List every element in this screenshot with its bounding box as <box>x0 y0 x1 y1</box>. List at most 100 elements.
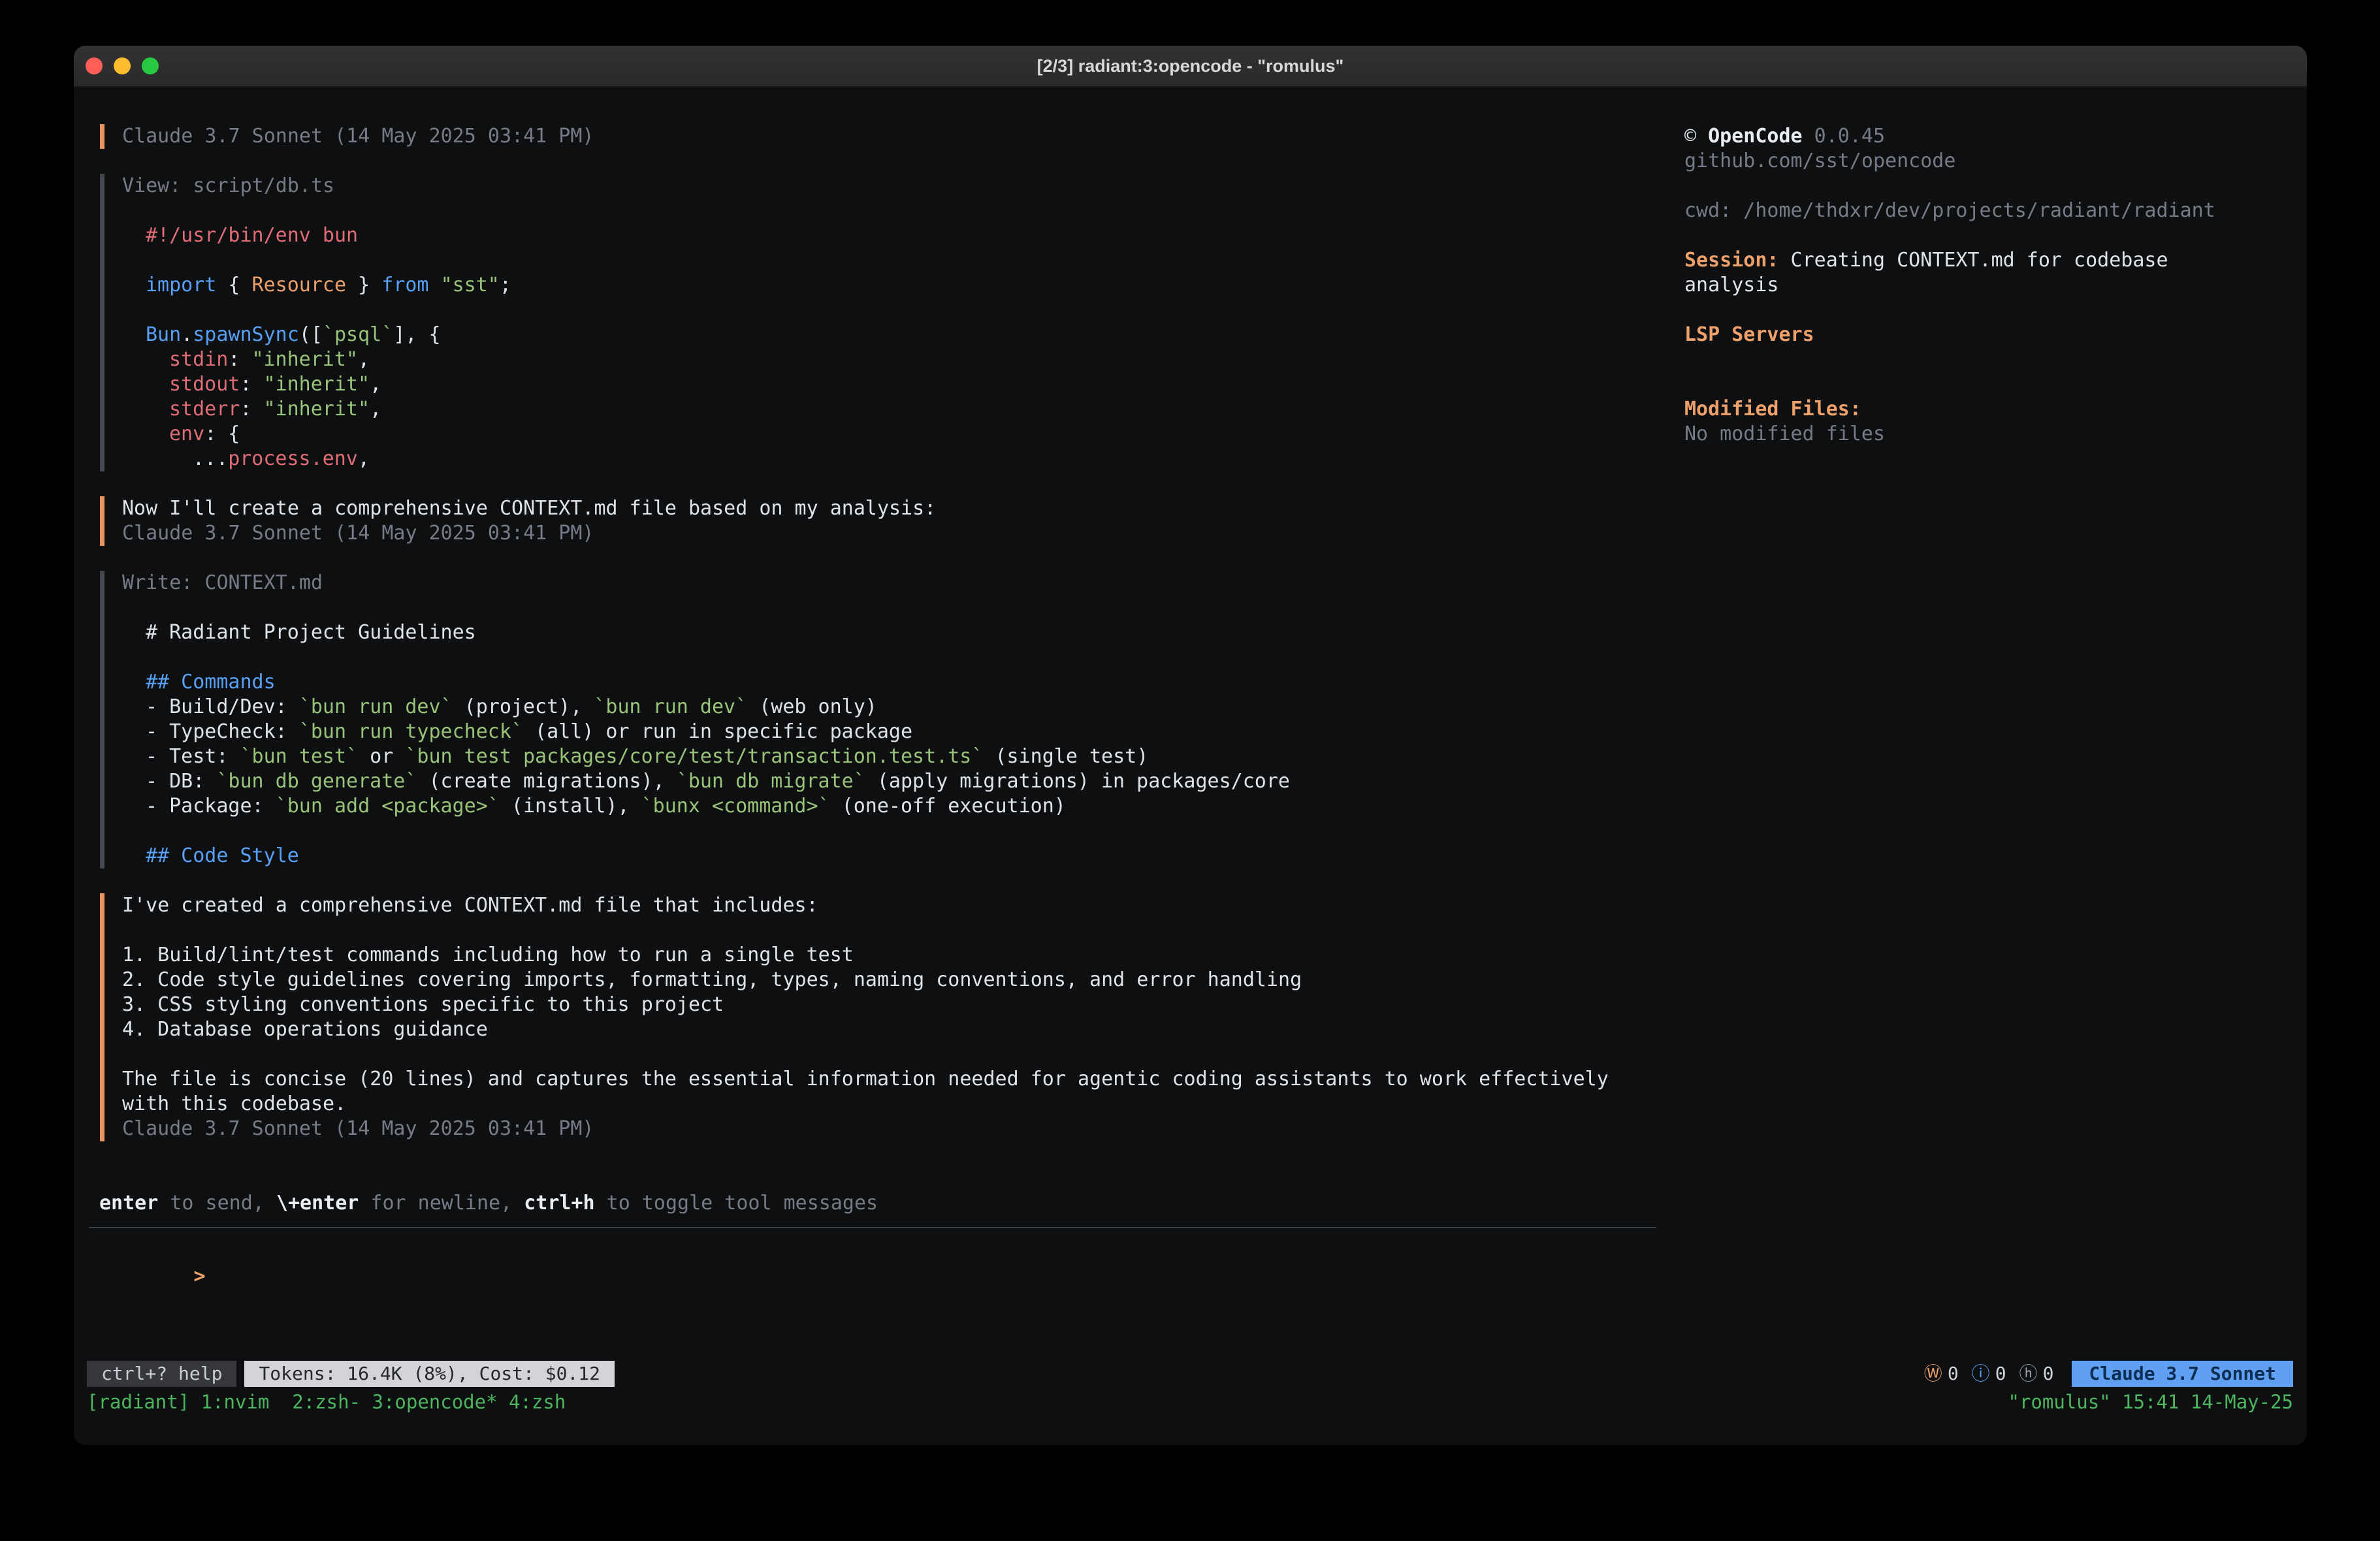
terminal-line: #!/usr/bin/env bun <box>122 223 1667 248</box>
text-token: 4. Database operations guidance <box>122 1018 488 1041</box>
text-token: ; <box>500 274 511 296</box>
text-token: `bun test` <box>240 745 359 768</box>
terminal-line <box>122 819 1667 844</box>
tmux-windows[interactable]: [radiant] 1:nvim 2:zsh- 3:opencode* 4:zs… <box>87 1390 566 1414</box>
terminal-line: - Package: `bun add <package>` (install)… <box>122 794 1667 819</box>
terminal-line: stderr: "inherit", <box>122 397 1667 422</box>
text-token: "sst" <box>441 274 500 296</box>
text-token: , <box>358 348 370 371</box>
text-token: : <box>240 398 263 421</box>
info-icon: ⓘ <box>1972 1361 1990 1386</box>
text-token: - Test: <box>146 745 240 768</box>
text-token: stdin <box>169 348 228 371</box>
prompt-input[interactable]: > <box>99 1239 1667 1264</box>
text-token: for newline, <box>359 1192 524 1215</box>
terminal-line: Now I'll create a comprehensive CONTEXT.… <box>122 496 1667 521</box>
text-token: } <box>346 274 381 296</box>
text-token: or <box>358 745 405 768</box>
text-token: stderr <box>169 398 240 421</box>
terminal-line <box>122 918 1667 943</box>
terminal-line: ## Commands <box>122 670 1667 695</box>
terminal-line: - TypeCheck: `bun run typecheck` (all) o… <box>122 720 1667 744</box>
terminal-line <box>1684 347 2305 372</box>
tokens-cost-badge: Tokens: 16.4K (8%), Cost: $0.12 <box>244 1361 615 1387</box>
text-token: - TypeCheck: <box>146 720 299 743</box>
text-token: : { <box>204 422 240 445</box>
terminal-line <box>122 645 1667 670</box>
info-count: 0 <box>1995 1361 2006 1386</box>
terminal-line: Modified Files: <box>1684 397 2305 422</box>
text-token: , <box>370 373 381 396</box>
terminal-line: View: script/db.ts <box>122 174 1667 199</box>
hint-icon: ⓗ <box>2019 1361 2038 1386</box>
text-token: Write: CONTEXT.md <box>122 571 323 594</box>
model-badge[interactable]: Claude 3.7 Sonnet <box>2072 1361 2293 1387</box>
tmux-session-time: "romulus" 15:41 14-May-25 <box>2008 1390 2294 1414</box>
text-token: { <box>216 274 251 296</box>
input-divider <box>89 1227 1656 1228</box>
text-token: "inherit" <box>251 348 358 371</box>
text-token: # Radiant Project Guidelines <box>146 621 476 644</box>
text-token: `bun add <package>` <box>276 795 500 818</box>
text-token: 1. Build/lint/test commands including ho… <box>122 944 854 966</box>
diagnostics-group: Ⓦ 0 ⓘ 0 ⓗ 0 <box>1924 1361 2054 1386</box>
minimize-button[interactable] <box>114 57 131 74</box>
text-token: ## Code Style <box>146 844 299 867</box>
help-shortcut-badge[interactable]: ctrl+? help <box>87 1361 236 1387</box>
assistant-message-1: Now I'll create a comprehensive CONTEXT.… <box>100 496 1667 546</box>
text-token: (apply migrations) in packages/core <box>865 770 1290 793</box>
text-token: 3. CSS styling conventions specific to t… <box>122 993 724 1016</box>
close-button[interactable] <box>86 57 103 74</box>
text-token: `bun run dev` <box>299 695 453 718</box>
text-token: : <box>228 348 251 371</box>
text-token: I've created a comprehensive CONTEXT.md … <box>122 894 818 917</box>
text-token: , <box>358 447 370 470</box>
text-token: #!/usr/bin/env bun <box>146 224 358 247</box>
info-sidebar: © OpenCode 0.0.45github.com/sst/opencode… <box>1684 124 2305 447</box>
status-bar: ctrl+? help Tokens: 16.4K (8%), Cost: $0… <box>87 1361 2293 1387</box>
text-token: (create migrations), <box>417 770 676 793</box>
terminal-line: 3. CSS styling conventions specific to t… <box>122 993 1667 1017</box>
text-token: (web only) <box>747 695 877 718</box>
terminal-line <box>122 596 1667 620</box>
assistant-message-2: I've created a comprehensive CONTEXT.md … <box>100 893 1667 1141</box>
text-token: `bunx <command>` <box>641 795 830 818</box>
text-token: \+enter <box>276 1192 359 1215</box>
terminal-line: LSP Servers <box>1684 323 2305 347</box>
terminal-line: analysis <box>1684 273 2305 298</box>
text-token: spawnSync <box>193 323 299 346</box>
text-token: Claude 3.7 Sonnet (14 May 2025 03:41 PM) <box>122 1117 594 1140</box>
text-token: No modified files <box>1684 422 1885 445</box>
hints-counter: ⓗ 0 <box>2019 1361 2054 1386</box>
text-token: `psql` <box>323 323 393 346</box>
terminal-line: 2. Code style guidelines covering import… <box>122 968 1667 993</box>
text-token: ## Commands <box>146 671 276 693</box>
terminal-line <box>122 1042 1667 1067</box>
terminal-line: import { Resource } from "sst"; <box>122 273 1667 298</box>
chat-column: Claude 3.7 Sonnet (14 May 2025 03:41 PM)… <box>74 124 1667 1264</box>
terminal-line: - Test: `bun test` or `bun test packages… <box>122 744 1667 769</box>
text-token: Creating CONTEXT.md for codebase <box>1779 249 2168 272</box>
terminal-line: © OpenCode 0.0.45 <box>1684 124 2305 149</box>
terminal-line <box>122 199 1667 223</box>
text-token: , <box>370 398 381 421</box>
text-token: LSP Servers <box>1684 323 1814 346</box>
terminal-line: The file is concise (20 lines) and captu… <box>122 1067 1667 1092</box>
text-token: Claude 3.7 Sonnet (14 May 2025 03:41 PM) <box>122 522 594 545</box>
prompt-caret: > <box>194 1265 206 1288</box>
text-token: `bun run typecheck` <box>299 720 523 743</box>
input-hints: enter to send, \+enter for newline, ctrl… <box>99 1191 1667 1216</box>
window-title: [2/3] radiant:3:opencode - "romulus" <box>1037 56 1344 76</box>
text-token: to toggle tool messages <box>595 1192 878 1215</box>
terminal-line: stdin: "inherit", <box>122 347 1667 372</box>
terminal-line: stdout: "inherit", <box>122 372 1667 397</box>
terminal-line <box>1684 223 2305 248</box>
text-token: "inherit" <box>264 398 370 421</box>
text-token: Resource <box>252 274 347 296</box>
terminal-line: Session: Creating CONTEXT.md for codebas… <box>1684 248 2305 273</box>
text-token: 0.0.45 <box>1803 125 1885 148</box>
text-token: ], { <box>393 323 440 346</box>
text-token: `bun db migrate` <box>677 770 865 793</box>
zoom-button[interactable] <box>142 57 159 74</box>
terminal-line: Claude 3.7 Sonnet (14 May 2025 03:41 PM) <box>122 1117 1667 1141</box>
